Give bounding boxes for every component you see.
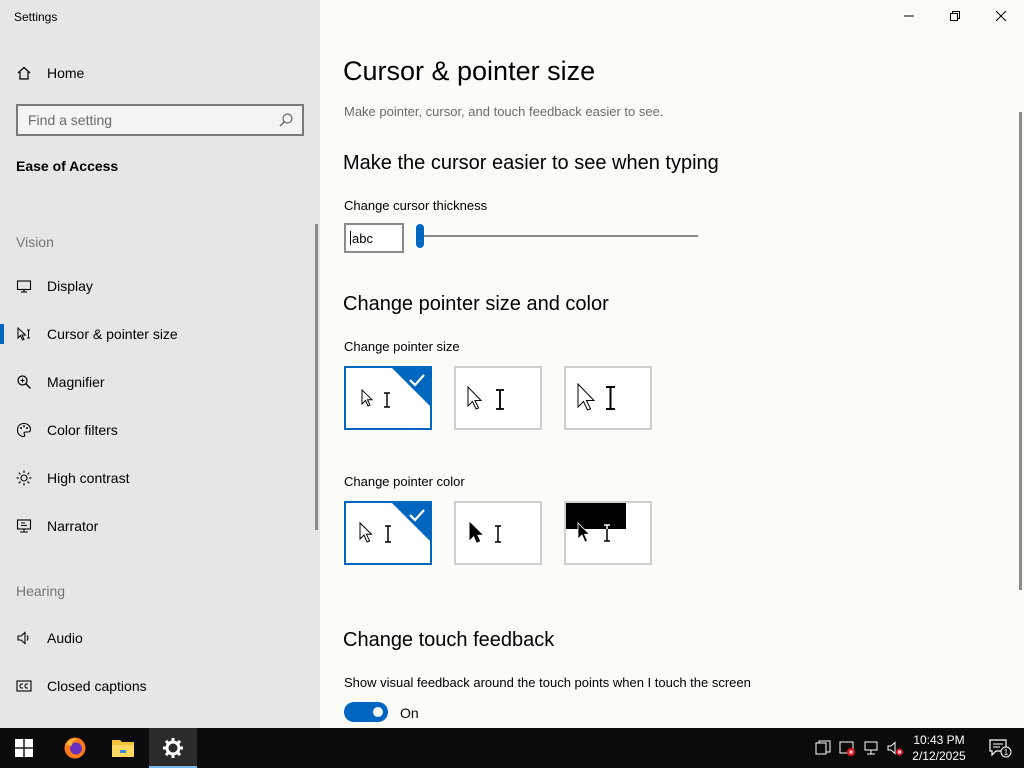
network-icon[interactable] [863,740,879,756]
thickness-label: Change cursor thickness [344,198,488,213]
start-button[interactable] [0,728,48,768]
app-title: Settings [14,10,58,24]
pointer-color-label: Change pointer color [344,474,465,489]
group-title-hearing: Hearing [16,583,66,599]
sidebar-item-label: Color filters [47,422,118,438]
sidebar-scrollbar[interactable] [315,224,318,530]
sidebar-item-home[interactable]: Home [0,55,320,91]
cc-icon [16,678,32,694]
pointer-size-option-2[interactable] [454,366,542,430]
pointer-section-heading: Change pointer size and color [343,293,609,315]
restore-icon [950,11,960,21]
sidebar-item-color-filters[interactable]: Color filters [0,412,320,448]
firefox-icon [64,737,86,759]
close-button[interactable] [978,0,1024,32]
pointer-size-label: Change pointer size [344,339,460,354]
search-input[interactable] [28,112,268,128]
search-icon[interactable] [278,112,294,128]
page-title: Cursor & pointer size [343,56,596,86]
palette-icon [16,422,32,438]
pointer-color-inverted-option[interactable] [564,501,652,565]
gear-icon [163,738,183,758]
pointer-size-option-1[interactable] [344,366,432,430]
close-icon [995,10,1007,22]
sidebar-item-label: High contrast [47,470,130,486]
pointer-preview-icon [361,388,390,408]
pointer-preview-icon [467,385,504,410]
check-icon [392,503,430,541]
black-pointer-icon [469,521,501,543]
content-scrollbar[interactable] [1019,112,1022,590]
sidebar-item-label: Display [47,278,93,294]
sidebar-item-label: Audio [47,630,83,646]
minimize-icon [904,15,914,17]
selection-indicator [0,324,4,344]
security-alert-icon[interactable] [839,740,855,756]
cursor-icon [16,326,32,342]
cursor-thickness-preview: abc [344,223,404,253]
sidebar-item-narrator[interactable]: Narrator [0,508,320,544]
task-view-icon[interactable] [815,740,831,756]
touch-section-heading: Change touch feedback [343,629,555,651]
toggle-knob [373,707,383,717]
windows-logo-icon [15,739,33,757]
inverted-pointer-icon [566,503,626,543]
sidebar-item-audio[interactable]: Audio [0,620,320,656]
pointer-preview-icon [577,382,615,411]
page-description: Make pointer, cursor, and touch feedback… [344,104,664,119]
sidebar-item-magnifier[interactable]: Magnifier [0,364,320,400]
sidebar-item-label: Narrator [47,518,99,534]
sidebar-item-cursor-pointer-size[interactable]: Cursor & pointer size [0,316,320,352]
touch-feedback-label: Show visual feedback around the touch po… [344,675,751,690]
toggle-state-label: On [400,705,419,721]
sidebar-item-label: Cursor & pointer size [47,326,178,342]
slider-track [416,235,698,237]
display-icon [16,278,32,294]
sidebar-item-label: Home [47,65,85,81]
main-content: Cursor & pointer size Make pointer, curs… [320,0,1024,728]
taskbar-clock[interactable]: 10:43 PM 2/12/2025 [906,732,972,764]
section-title: Ease of Access [16,158,119,174]
sun-icon [16,470,32,486]
preview-text: abc [352,230,373,246]
search-box[interactable] [16,104,304,136]
clock-time: 10:43 PM [913,733,965,747]
slider-thumb[interactable] [416,224,424,248]
check-icon [392,368,430,406]
clock-date: 2/12/2025 [912,749,966,763]
sidebar-item-closed-captions[interactable]: Closed captions [0,668,320,704]
pointer-color-white-option[interactable] [344,501,432,565]
notification-count: 1 [1004,748,1009,757]
text-caret [350,231,351,245]
action-center-button[interactable]: 1 [976,728,1024,768]
speaker-icon [16,630,32,646]
taskbar-settings-button[interactable] [149,728,197,768]
restore-button[interactable] [932,0,978,32]
touch-feedback-toggle[interactable] [344,702,388,722]
notification-icon: 1 [989,739,1012,758]
minimize-button[interactable] [886,0,932,32]
group-title-vision: Vision [16,234,54,250]
home-icon [16,65,32,81]
sidebar-item-label: Magnifier [47,374,105,390]
pointer-size-option-3[interactable] [564,366,652,430]
folder-icon [112,740,134,757]
pointer-color-black-option[interactable] [454,501,542,565]
magnifier-icon [16,374,32,390]
cursor-thickness-slider[interactable] [416,224,698,248]
narrator-icon [16,518,32,534]
sidebar-item-high-contrast[interactable]: High contrast [0,460,320,496]
taskbar-file-explorer-button[interactable] [99,728,147,768]
cursor-section-heading: Make the cursor easier to see when typin… [343,152,719,174]
taskbar-firefox-button[interactable] [51,728,99,768]
settings-sidebar: Settings Home Ease of Access Vision Disp… [0,0,320,728]
sidebar-item-display[interactable]: Display [0,268,320,304]
taskbar: 10:43 PM 2/12/2025 1 [0,728,1024,768]
sidebar-item-label: Closed captions [47,678,147,694]
volume-muted-icon[interactable] [887,740,903,756]
